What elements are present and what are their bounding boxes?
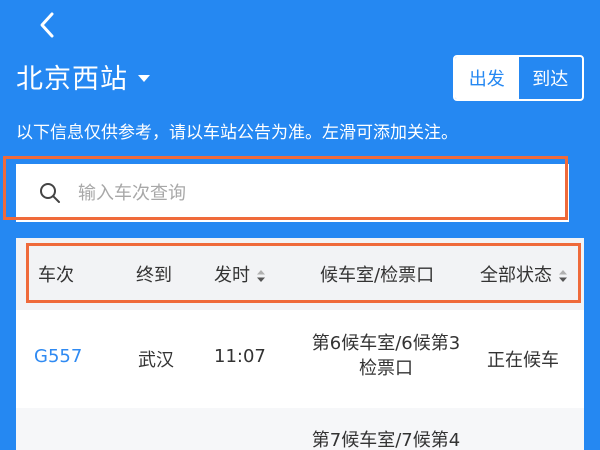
station-selector[interactable]: 北京西站 bbox=[16, 56, 150, 96]
table-row[interactable]: 第7候车室/7候第4 bbox=[16, 408, 584, 450]
waiting-gate-line1: 第6候车室/6候第3 bbox=[311, 333, 461, 354]
arrival-tab[interactable]: 到达 bbox=[519, 57, 583, 99]
train-number[interactable]: G557 bbox=[34, 346, 82, 367]
departure-tab[interactable]: 出发 bbox=[455, 57, 519, 99]
waiting-gate: 第6候车室/6候第3 检票口 bbox=[300, 331, 472, 381]
waiting-gate-line1: 第7候车室/7候第4 bbox=[311, 430, 461, 450]
caret-down-icon bbox=[138, 74, 150, 82]
direction-toggle: 出发 到达 bbox=[453, 55, 584, 101]
notice-text: 以下信息仅供参考，请以车站公告为准。左滑可添加关注。 bbox=[16, 123, 458, 143]
back-icon[interactable] bbox=[32, 8, 64, 42]
depart-time: 11:07 bbox=[214, 346, 266, 367]
terminal-station: 武汉 bbox=[138, 350, 174, 371]
waiting-gate-line2: 检票口 bbox=[359, 358, 413, 379]
waiting-gate: 第7候车室/7候第4 bbox=[300, 428, 472, 450]
table-row[interactable]: G557 武汉 11:07 第6候车室/6候第3 检票口 正在候车 bbox=[16, 310, 584, 408]
header-highlight-frame bbox=[26, 243, 581, 303]
search-highlight-frame bbox=[3, 156, 568, 220]
train-status: 正在候车 bbox=[487, 350, 559, 371]
station-name: 北京西站 bbox=[16, 63, 128, 95]
